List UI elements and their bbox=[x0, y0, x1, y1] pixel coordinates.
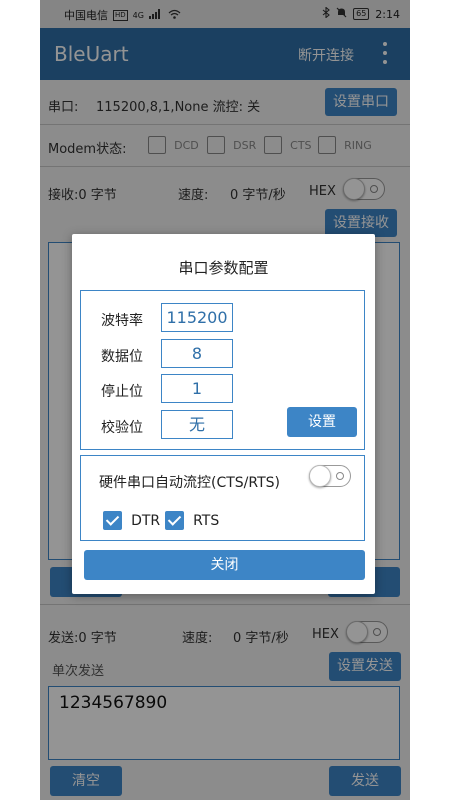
rts-group: RTS bbox=[165, 510, 219, 530]
baud-label: 波特率 bbox=[101, 313, 143, 329]
stop-bits-field[interactable]: 1 bbox=[161, 374, 233, 403]
flow-control-label: 硬件串口自动流控(CTS/RTS) bbox=[99, 475, 281, 491]
serial-config-dialog: 串口参数配置 波特率 115200 数据位 8 停止位 1 校验位 无 设置 硬… bbox=[72, 234, 375, 594]
rts-checkbox[interactable] bbox=[165, 511, 184, 530]
phone-screen: 中国电信 HD 4G 65 2:14 BleUart 断开连接 串口: 1152… bbox=[40, 0, 410, 800]
flow-control-toggle[interactable] bbox=[309, 465, 351, 487]
serial-params-panel: 波特率 115200 数据位 8 停止位 1 校验位 无 设置 bbox=[80, 290, 365, 450]
baud-field[interactable]: 115200 bbox=[161, 303, 233, 332]
dtr-checkbox[interactable] bbox=[103, 511, 122, 530]
dtr-group: DTR bbox=[103, 510, 160, 530]
dialog-set-button[interactable]: 设置 bbox=[287, 407, 357, 437]
dtr-label: DTR bbox=[131, 512, 161, 529]
dialog-close-button[interactable]: 关闭 bbox=[84, 550, 365, 580]
parity-label: 校验位 bbox=[101, 420, 143, 436]
stop-bits-label: 停止位 bbox=[101, 384, 143, 400]
flow-control-panel: 硬件串口自动流控(CTS/RTS) DTR RTS bbox=[80, 455, 365, 541]
rts-label: RTS bbox=[193, 512, 220, 529]
dialog-title: 串口参数配置 bbox=[178, 259, 269, 277]
data-bits-field[interactable]: 8 bbox=[161, 339, 233, 368]
parity-field[interactable]: 无 bbox=[161, 410, 233, 439]
data-bits-label: 数据位 bbox=[101, 349, 143, 365]
